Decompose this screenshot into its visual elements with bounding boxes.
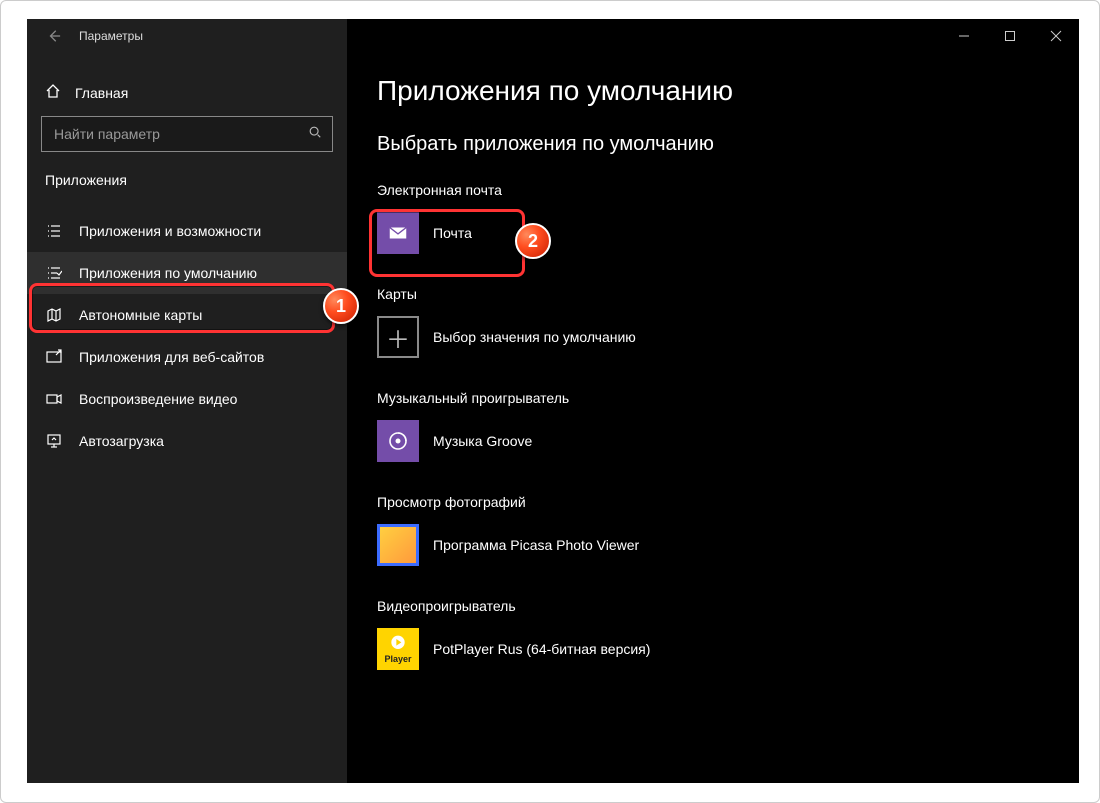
app-name: Музыка Groove (433, 433, 532, 449)
group-label: Просмотр фотографий (377, 494, 1049, 510)
group-maps: Карты ＋ Выбор значения по умолчанию (377, 286, 1049, 360)
page-subtitle: Выбрать приложения по умолчанию (377, 133, 1049, 156)
group-music: Музыкальный проигрыватель Музыка Groove (377, 390, 1049, 464)
group-video: Видеопроигрыватель Player PotPlayer Rus … (377, 598, 1049, 672)
map-icon (45, 306, 63, 324)
group-photos: Просмотр фотографий Программа Picasa Pho… (377, 494, 1049, 568)
picasa-icon (377, 524, 419, 566)
main-content: Приложения по умолчанию Выбрать приложен… (347, 19, 1079, 783)
default-app-maps[interactable]: ＋ Выбор значения по умолчанию (377, 314, 717, 360)
close-button[interactable] (1033, 19, 1079, 53)
minimize-button[interactable] (941, 19, 987, 53)
groove-music-icon (377, 420, 419, 462)
group-label: Музыкальный проигрыватель (377, 390, 1049, 406)
startup-icon (45, 432, 63, 450)
video-icon (45, 390, 63, 408)
potplayer-icon: Player (377, 628, 419, 670)
search-box[interactable] (41, 116, 333, 152)
sidebar-item-apps-for-websites[interactable]: Приложения для веб-сайтов (27, 336, 347, 378)
sidebar-nav: Приложения и возможности Приложения по у… (27, 202, 347, 462)
arrow-left-icon (47, 29, 61, 43)
page-title: Приложения по умолчанию (377, 75, 1049, 107)
app-name: PotPlayer Rus (64-битная версия) (433, 641, 650, 657)
sidebar-item-default-apps[interactable]: Приложения по умолчанию (27, 252, 347, 294)
defaults-icon (45, 264, 63, 282)
sidebar-item-startup[interactable]: Автозагрузка (27, 420, 347, 462)
home-label: Главная (75, 85, 128, 101)
settings-window: Параметры Главная (27, 19, 1079, 783)
app-name: Почта (433, 225, 472, 241)
sidebar-item-label: Приложения и возможности (79, 223, 261, 239)
sidebar-item-video-playback[interactable]: Воспроизведение видео (27, 378, 347, 420)
sidebar-item-offline-maps[interactable]: Автономные карты (27, 294, 347, 336)
maximize-button[interactable] (987, 19, 1033, 53)
list-icon (45, 222, 63, 240)
default-app-photos[interactable]: Программа Picasa Photo Viewer (377, 522, 717, 568)
back-button[interactable] (45, 27, 63, 45)
sidebar-item-label: Воспроизведение видео (79, 391, 237, 407)
search-icon (308, 125, 322, 144)
group-label: Электронная почта (377, 182, 1049, 198)
minimize-icon (958, 30, 970, 42)
home-link[interactable]: Главная (27, 77, 347, 116)
default-app-video[interactable]: Player PotPlayer Rus (64-битная версия) (377, 626, 717, 672)
group-email: Электронная почта Почта (377, 182, 1049, 256)
sidebar-item-apps-and-features[interactable]: Приложения и возможности (27, 210, 347, 252)
maximize-icon (1004, 30, 1016, 42)
sidebar-item-label: Автономные карты (79, 307, 202, 323)
website-icon (45, 348, 63, 366)
app-name: Выбор значения по умолчанию (433, 329, 636, 345)
home-icon (45, 83, 61, 102)
group-label: Видеопроигрыватель (377, 598, 1049, 614)
app-name: Программа Picasa Photo Viewer (433, 537, 639, 553)
group-label: Карты (377, 286, 1049, 302)
sidebar-item-label: Автозагрузка (79, 433, 164, 449)
sidebar: Главная Приложения Приложения и возможно… (27, 19, 347, 783)
default-app-email[interactable]: Почта (377, 210, 717, 256)
close-icon (1050, 30, 1062, 42)
search-input[interactable] (52, 125, 308, 143)
default-app-music[interactable]: Музыка Groove (377, 418, 717, 464)
plus-icon: ＋ (377, 316, 419, 358)
titlebar: Параметры (27, 19, 1079, 53)
sidebar-item-label: Приложения для веб-сайтов (79, 349, 264, 365)
sidebar-item-label: Приложения по умолчанию (79, 265, 257, 281)
mail-app-icon (377, 212, 419, 254)
section-heading: Приложения (27, 172, 347, 202)
window-title: Параметры (79, 29, 143, 43)
